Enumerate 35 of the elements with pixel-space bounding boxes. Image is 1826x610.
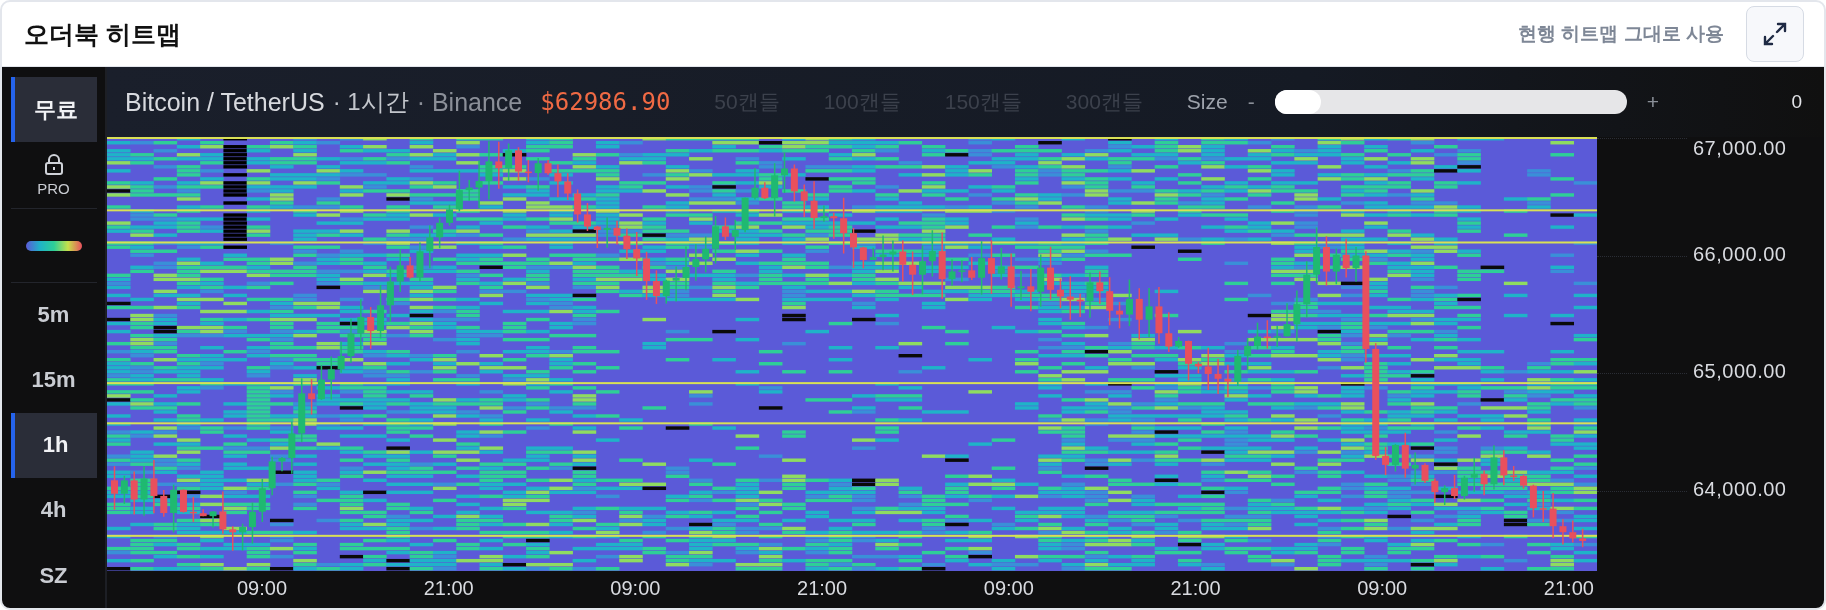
price-label: $62986.90 <box>540 88 671 116</box>
sidebar-tab[interactable]: 1h <box>10 412 97 478</box>
size-label: Size <box>1186 90 1228 114</box>
sidebar-tab[interactable]: SZ <box>10 543 97 608</box>
price-axis-label: 65,000.00 <box>1693 360 1787 383</box>
page-title: 오더북 히트맵 <box>24 18 181 50</box>
expand-icon <box>1762 21 1788 47</box>
time-axis-label: 09:00 <box>610 577 661 600</box>
sidebar-tab[interactable]: 4h <box>10 478 97 543</box>
symbol-label: Bitcoin / TetherUS <box>125 87 325 117</box>
color-scale-legend <box>25 241 82 252</box>
price-axis-label: 66,000.00 <box>1693 242 1787 266</box>
sidebar-tab[interactable]: 5m <box>10 282 97 348</box>
price-axis-label: 64,000.00 <box>1693 477 1787 501</box>
increase-size-button[interactable]: + <box>1646 90 1659 114</box>
expand-button[interactable] <box>1746 6 1804 62</box>
sidebar-tab[interactable]: 15m <box>10 347 97 413</box>
time-axis-label: 09:00 <box>1357 577 1408 600</box>
time-axis-label: 21:00 <box>1543 577 1594 600</box>
slider-thumb[interactable] <box>1274 90 1321 114</box>
lock-icon <box>43 153 64 176</box>
time-axis-label: 09:00 <box>983 577 1034 600</box>
time-axis-label: 09:00 <box>236 577 288 600</box>
time-axis-label: 21:00 <box>423 577 474 600</box>
use-current-heatmap-link[interactable]: 현행 히트맵 그대로 사용 <box>1518 21 1724 47</box>
decrease-size-button[interactable]: - <box>1247 90 1255 114</box>
pro-tab[interactable]: PRO <box>10 142 97 209</box>
price-axis-label: 67,000.00 <box>1693 137 1787 160</box>
time-axis-label: 21:00 <box>797 577 848 600</box>
sidebar-tab[interactable]: 무료 <box>10 77 97 142</box>
size-value: 0 <box>1791 91 1802 113</box>
size-slider[interactable] <box>1274 90 1627 114</box>
time-axis-label: 21:00 <box>1170 577 1221 600</box>
exchange-label: · Binance <box>416 87 523 117</box>
interval-label: · 1시간 <box>332 87 409 117</box>
